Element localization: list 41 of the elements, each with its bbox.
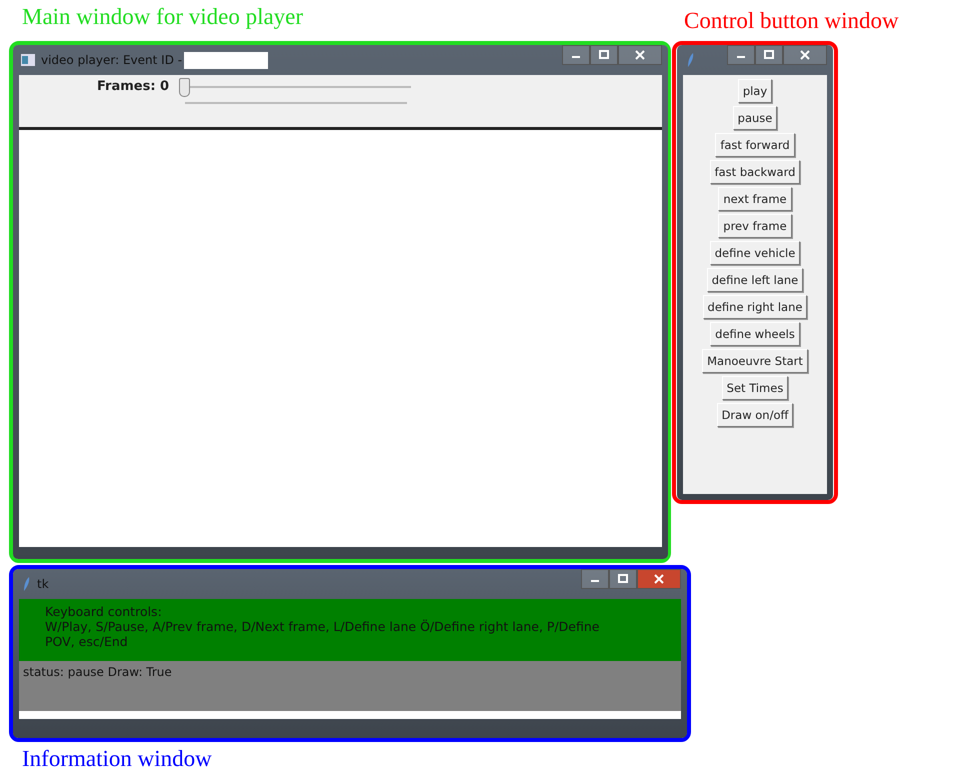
control-button[interactable]: define right lane: [702, 295, 808, 319]
close-icon: [654, 574, 664, 584]
close-icon: [800, 50, 810, 60]
keyboard-heading: Keyboard controls:: [45, 604, 163, 619]
keyboard-help-text: W/Play, S/Pause, A/Prev frame, D/Next frame, L/Define lane Ö/Define right lane, P/Define POV, esc/End: [45, 619, 600, 649]
maximize-icon: [599, 50, 609, 60]
maximize-icon: [764, 50, 774, 60]
minimize-button[interactable]: [727, 45, 755, 65]
window-title: tk: [37, 577, 49, 591]
feather-icon: [687, 52, 695, 68]
annotation-label: Information window: [22, 746, 212, 772]
close-button[interactable]: [783, 45, 827, 65]
feather-icon: [23, 576, 31, 592]
control-button[interactable]: define left lane: [706, 268, 804, 292]
control-button[interactable]: prev frame: [718, 214, 792, 238]
minimize-button[interactable]: [562, 45, 590, 65]
control-button[interactable]: next frame: [718, 187, 792, 211]
control-button[interactable]: Manoeuvre Start: [702, 349, 808, 373]
annotation-label: Control button window: [684, 8, 899, 34]
control-button[interactable]: play: [738, 79, 772, 103]
control-button[interactable]: define vehicle: [710, 241, 800, 265]
control-button[interactable]: fast backward: [710, 160, 800, 184]
close-button[interactable]: [618, 45, 662, 65]
control-button[interactable]: pause: [732, 106, 778, 130]
control-button[interactable]: define wheels: [710, 322, 800, 346]
maximize-icon: [618, 574, 628, 584]
status-text: status: pause Draw: True: [23, 665, 172, 679]
annotation-label: Main window for video player: [22, 4, 304, 30]
close-button[interactable]: [637, 569, 681, 589]
slider-thumb[interactable]: [179, 78, 190, 97]
maximize-button[interactable]: [590, 45, 618, 65]
maximize-button[interactable]: [755, 45, 783, 65]
frames-label: Frames: 0: [97, 79, 170, 96]
maximize-button[interactable]: [609, 569, 637, 589]
minimize-button[interactable]: [581, 569, 609, 589]
control-button[interactable]: Draw on/off: [716, 403, 794, 427]
control-button[interactable]: Set Times: [722, 376, 788, 400]
app-icon: [21, 54, 35, 66]
window-title: video player: Event ID -: [41, 53, 182, 67]
control-button[interactable]: fast forward: [715, 133, 795, 157]
close-icon: [635, 50, 645, 60]
